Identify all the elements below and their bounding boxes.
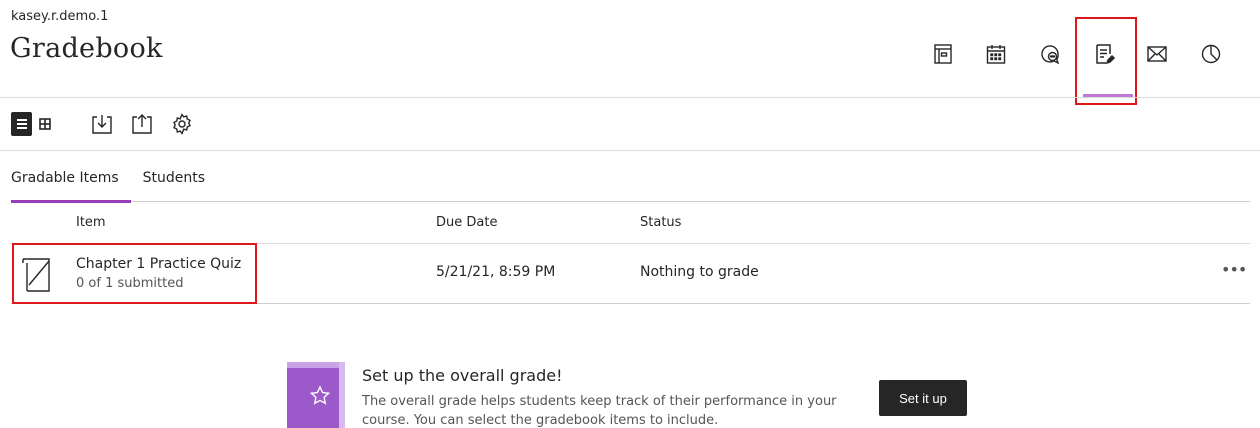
list-view-icon[interactable] [11, 112, 32, 136]
column-header-due-date[interactable]: Due Date [436, 215, 497, 230]
annotation-highlight-nav [1075, 17, 1137, 105]
column-header-item[interactable]: Item [76, 215, 106, 230]
course-name: kasey.r.demo.1 [11, 9, 109, 24]
item-due-date: 5/21/21, 8:59 PM [436, 264, 556, 280]
settings-icon[interactable] [162, 111, 202, 137]
tab-students[interactable]: Students [143, 165, 205, 203]
header-divider [0, 97, 1260, 98]
toolbar-divider [0, 150, 1260, 151]
discussions-icon[interactable] [1035, 36, 1065, 72]
calendar-icon[interactable] [981, 36, 1011, 72]
upload-icon[interactable] [122, 111, 162, 137]
messages-icon[interactable] [1142, 36, 1172, 72]
overall-grade-book-icon [287, 362, 345, 428]
tab-bar: Gradable Items Students [11, 165, 229, 203]
annotation-highlight-item [12, 243, 257, 304]
tab-gradable-items[interactable]: Gradable Items [11, 165, 131, 203]
toolbar [11, 111, 202, 137]
analytics-icon[interactable] [1196, 36, 1226, 72]
banner-description: The overall grade helps students keep tr… [362, 394, 837, 428]
column-header-status[interactable]: Status [640, 215, 681, 230]
item-status: Nothing to grade [640, 264, 759, 280]
more-options-icon[interactable]: ••• [1221, 260, 1247, 284]
set-it-up-button[interactable]: Set it up [879, 380, 967, 416]
download-icon[interactable] [82, 111, 122, 137]
view-toggle [11, 112, 74, 136]
grid-view-icon[interactable] [34, 112, 55, 136]
banner-title: Set up the overall grade! [362, 366, 563, 385]
top-nav [0, 36, 1260, 96]
course-content-icon[interactable] [928, 36, 958, 72]
